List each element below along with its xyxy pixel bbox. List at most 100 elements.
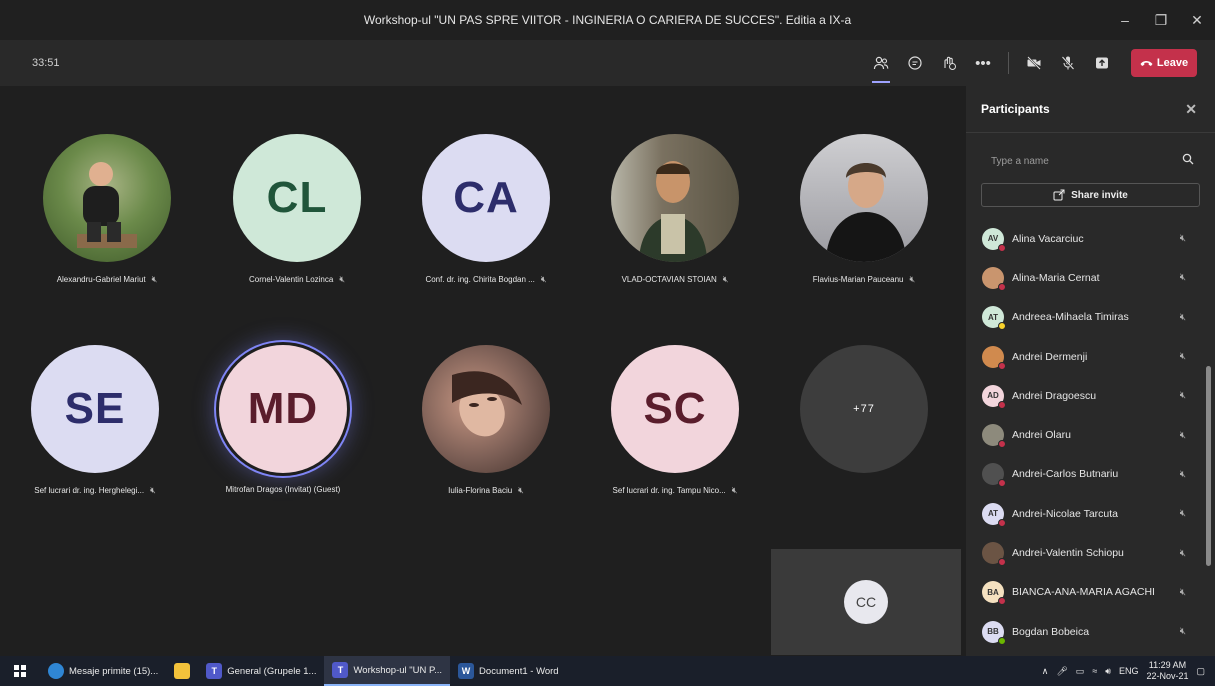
participant-row[interactable]: BB Bogdan Bobeica 🔇︎ [966,612,1204,651]
panel-divider [966,132,1215,133]
chat-icon[interactable] [898,48,932,78]
clock[interactable]: 11:29 AM 22-Nov-21 [1146,660,1188,682]
tile-label: Cornel-Valentin Lozinca 🔇︎ [202,274,392,285]
participant-row[interactable]: AT Andreea-Mihaela Timiras 🔇︎ [966,298,1204,337]
minimize-icon[interactable]: – [1107,12,1143,28]
avatar-initials: CA [453,173,519,222]
participant-row[interactable]: Alina-Maria Cernat 🔇︎ [966,258,1204,297]
participant-tile[interactable]: Flavius-Marian Pauceanu 🔇︎ [769,134,959,285]
participant-row[interactable]: AT Andrei-Nicolae Tarcuta 🔇︎ [966,494,1204,533]
search-icon[interactable] [1182,153,1194,168]
taskbar-label: Mesaje primite (15)... [69,665,159,677]
search-input[interactable]: Type a name [981,147,1200,175]
participant-name: Andrei-Carlos Butnariu [1012,468,1119,481]
participant-row[interactable]: Andrei-Valentin Schiopu 🔇︎ [966,533,1204,572]
taskbar-item-explorer[interactable] [166,656,198,686]
overflow-tile[interactable]: +77 [769,345,959,473]
avatar [982,266,1006,291]
participant-name: Andrei-Valentin Schiopu [1012,547,1124,560]
participant-avatar: CL [233,134,361,262]
camera-off-icon[interactable] [1017,48,1051,78]
mic-off-icon: 🔇︎ [1179,390,1186,402]
avatar-initials: CL [266,173,328,222]
participants-icon[interactable] [864,48,898,83]
chevron-up-icon[interactable]: ∧ [1042,666,1049,677]
avatar [982,542,1006,567]
participant-row[interactable]: Andrei Dermenji 🔇︎ [966,337,1204,376]
participant-name: Alexandru-Gabriel Mariut [56,275,146,284]
avatar: AD [982,384,1006,409]
share-screen-icon[interactable] [1085,48,1119,78]
volume-icon[interactable]: 🔊︎ [1105,666,1111,677]
participant-tile-speaking[interactable]: MD Mitrofan Dragos (Invitat) (Guest) [188,345,378,494]
participant-avatar: CA [422,134,550,262]
participant-row[interactable]: AV Alina Vacarciuc 🔇︎ [966,219,1204,258]
participant-row[interactable]: Andrei Olaru 🔇︎ [966,415,1204,454]
participant-name: Mitrofan Dragos (Invitat) (Guest) [225,485,341,494]
meeting-controls: ••• Leave [864,40,1197,86]
participant-tile[interactable]: CA Conf. dr. ing. Chirita Bogdan ... 🔇︎ [391,134,581,285]
participant-tile[interactable]: SE Sef lucrari dr. ing. Herghelegi... 🔇︎ [0,345,190,496]
tile-label: Conf. dr. ing. Chirita Bogdan ... 🔇︎ [391,274,581,285]
avatar: AT [982,306,1006,331]
clock-date: 22-Nov-21 [1146,671,1189,681]
system-tray: ∧ 🎤︎ ▭ ≈ 🔊︎ ENG 11:29 AM 22-Nov-21 ▢ [1042,656,1215,686]
mic-off-icon: 🔇︎ [1179,586,1186,598]
participant-tile[interactable]: SC Sef lucrari dr. ing. Tampu Nico... 🔇︎ [580,345,770,496]
avatar [982,463,1006,488]
panel-header: Participants ✕ [966,86,1215,132]
participant-name: Andrei Dermenji [1012,350,1088,363]
mic-off-icon: 🔇︎ [150,485,156,495]
participant-name: Sef lucrari dr. ing. Tampu Nico... [612,486,726,495]
participant-name: Alina Vacarciuc [1012,232,1084,245]
leave-button[interactable]: Leave [1131,49,1197,77]
participant-tile[interactable]: Alexandru-Gabriel Mariut 🔇︎ [12,134,202,285]
participant-photo [43,134,171,262]
participant-tile[interactable]: CL Cornel-Valentin Lozinca 🔇︎ [202,134,392,285]
battery-icon[interactable]: ▭ [1076,666,1085,677]
participant-name: Alina-Maria Cernat [1012,271,1100,284]
window-controls: – ❐ ✕ [1107,0,1215,40]
participant-row[interactable]: Andrei-Carlos Butnariu 🔇︎ [966,455,1204,494]
taskbar-item-teams-general[interactable]: T General (Grupele 1... [198,656,324,686]
avatar-initials: SC [643,384,707,433]
participants-list: AV Alina Vacarciuc 🔇︎ Alina-Maria Cernat… [966,219,1204,656]
meeting-toolbar: 33:51 ••• Leave [0,40,1215,86]
participant-name: Andrei-Nicolae Tarcuta [1012,507,1119,520]
reactions-icon[interactable] [932,48,966,78]
mic-off-icon: 🔇︎ [722,274,729,284]
participant-tile[interactable]: VLAD-OCTAVIAN STOIAN 🔇︎ [580,134,770,285]
avatar: AV [982,227,1006,252]
close-icon[interactable]: ✕ [1185,101,1197,118]
start-button[interactable] [0,665,40,677]
close-icon[interactable]: ✕ [1179,12,1215,29]
microphone-icon[interactable]: 🎤︎ [1056,666,1067,677]
window-title: Workshop-ul "UN PAS SPRE VIITOR - INGINE… [363,13,852,27]
mic-off-icon: 🔇︎ [1179,272,1186,284]
restore-icon[interactable]: ❐ [1143,12,1179,29]
language-indicator[interactable]: ENG [1119,666,1139,676]
mic-off-icon: 🔇︎ [1179,311,1186,323]
participant-row[interactable]: AD Andrei Dragoescu 🔇︎ [966,376,1204,415]
notifications-icon[interactable]: ▢ [1196,666,1205,677]
self-view[interactable]: CC [771,549,961,655]
mic-off-icon: 🔇︎ [1179,508,1186,520]
taskbar-item-word[interactable]: W Document1 - Word [450,656,567,686]
avatar [982,345,1006,370]
toolbar-divider [1008,52,1009,74]
taskbar-item-edge[interactable]: Mesaje primite (15)... [40,656,166,686]
wifi-icon[interactable]: ≈ [1092,666,1097,676]
avatar-initials: MD [247,384,319,433]
participants-scrollbar[interactable] [1206,366,1211,566]
more-options-icon[interactable]: ••• [966,48,1000,78]
presence-indicator [998,322,1006,331]
participant-tile[interactable]: Iulia-Florina Baciu 🔇︎ [391,345,581,496]
mic-off-icon[interactable] [1051,48,1085,78]
participant-row[interactable]: BA BIANCA-ANA-MARIA AGACHI 🔇︎ [966,573,1204,612]
presence-indicator [998,597,1006,606]
edge-icon [48,663,64,679]
overflow-count-label: +77 [853,403,875,415]
share-invite-button[interactable]: Share invite [981,183,1200,207]
taskbar-item-teams-meeting[interactable]: T Workshop-ul "UN P... [324,656,451,686]
file-explorer-icon [174,663,191,679]
